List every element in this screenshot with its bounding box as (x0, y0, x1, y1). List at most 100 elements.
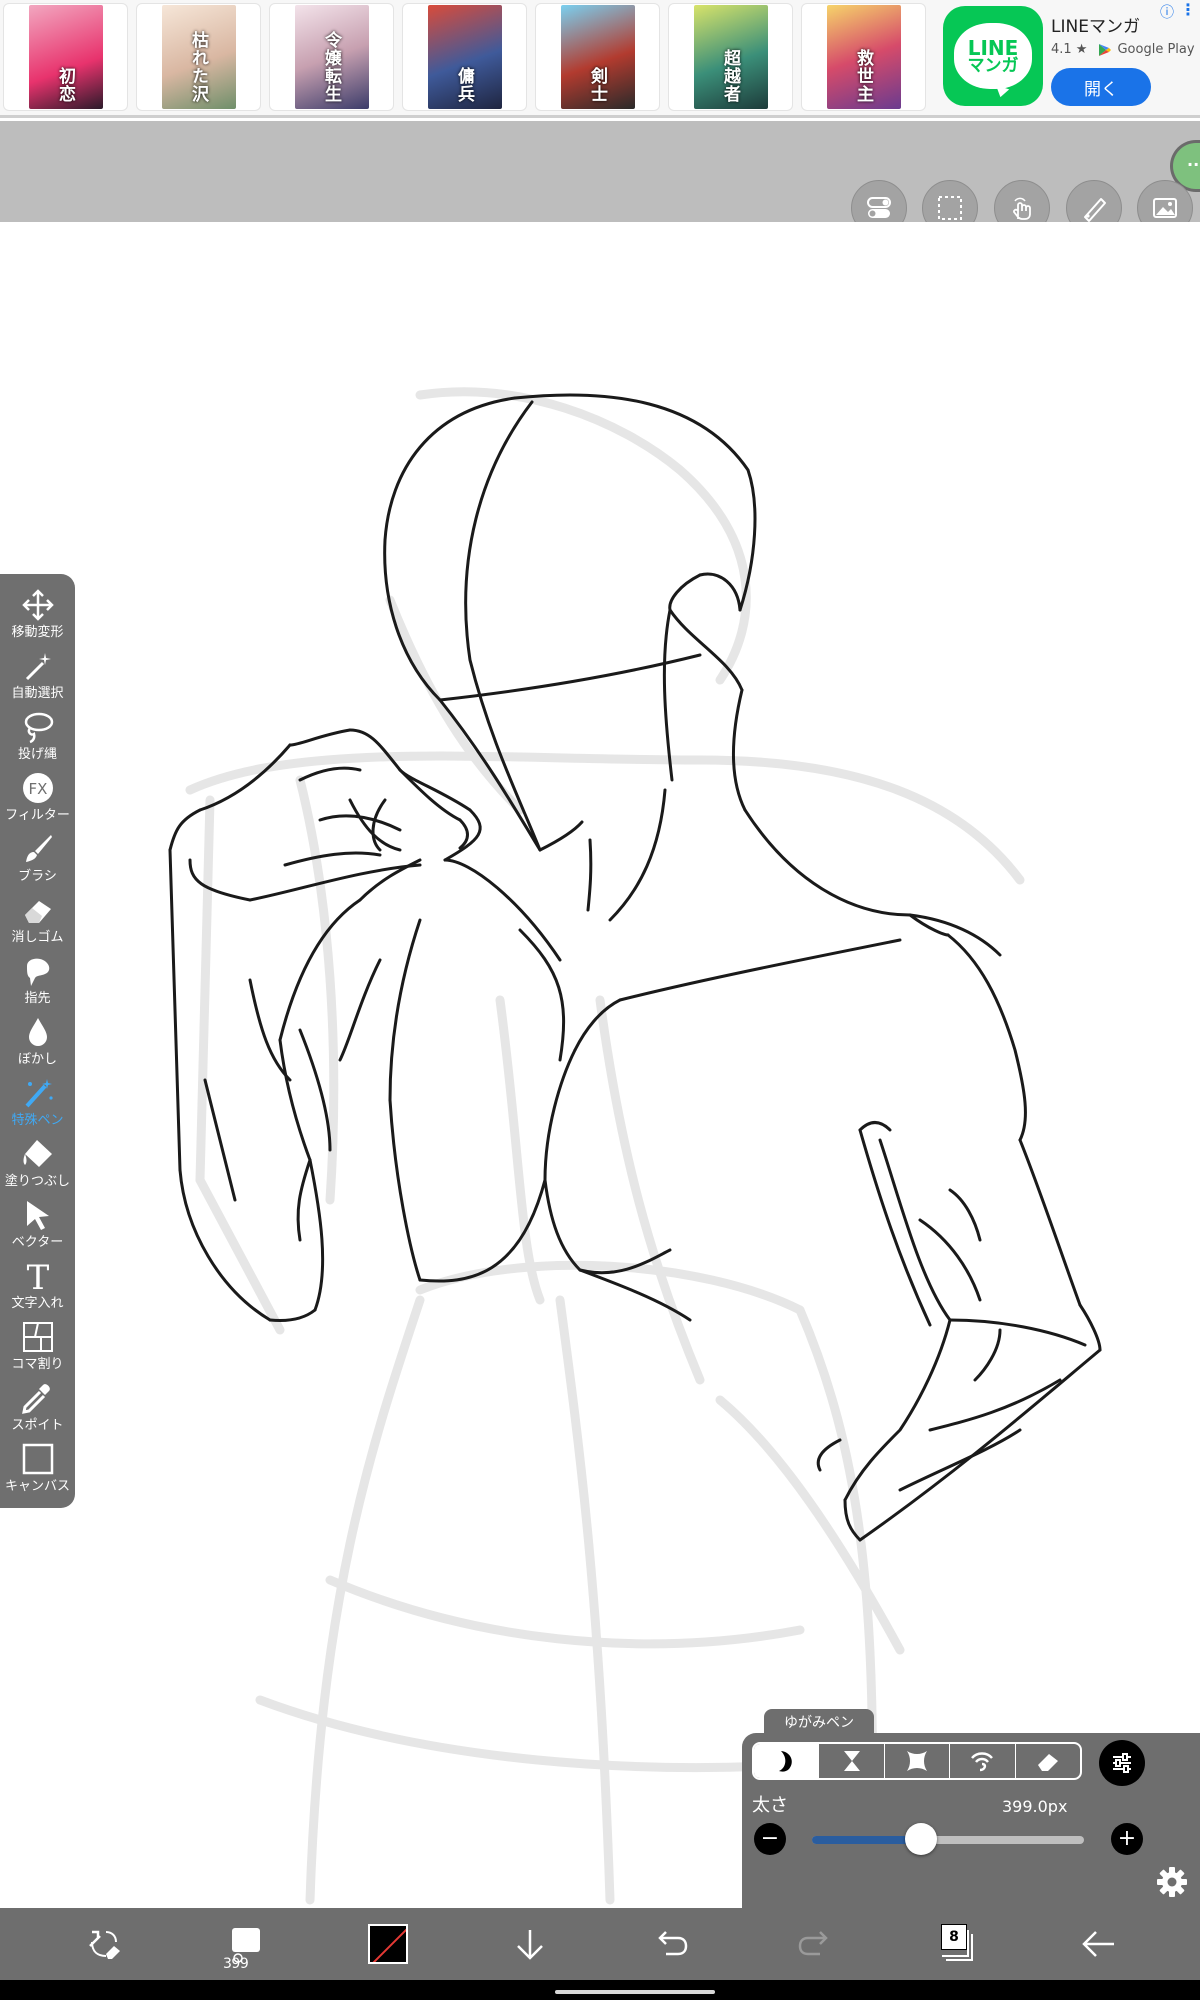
manga-cover: 令嬢転生 (294, 5, 369, 109)
hand-touch-icon (1013, 197, 1031, 220)
layers-button[interactable]: 8 (930, 1918, 982, 1970)
manga-cover: 超越者 (693, 5, 768, 109)
image-icon (1153, 198, 1177, 218)
undo-icon (658, 1931, 688, 1956)
mode-crescent[interactable] (754, 1744, 820, 1778)
pen-mode-segmented (752, 1742, 1082, 1780)
tool-special-pen[interactable]: 特殊ペン (0, 1072, 75, 1133)
ad-rating: 4.1 ★ (1051, 42, 1088, 57)
crescent-icon (779, 1751, 793, 1772)
sketch-artwork (168, 387, 1102, 1905)
tool-finger[interactable]: 指先 (0, 950, 75, 1011)
blur-icon (28, 1018, 47, 1046)
panel-icon (22, 1322, 53, 1352)
ad-manga-thumbnail[interactable]: 剣士 (535, 3, 660, 111)
mode-hourglass[interactable] (819, 1744, 885, 1778)
color-slash-icon (372, 1928, 406, 1962)
ruler-icon (1084, 198, 1106, 222)
selection-rect-icon (938, 196, 962, 220)
tool-blur[interactable]: ぼかし (0, 1011, 75, 1072)
tool-label: 消しゴム (11, 930, 64, 945)
fx-icon: FX (22, 773, 53, 803)
manga-cover: 傭兵 (427, 5, 502, 109)
mode-eraser[interactable] (1016, 1744, 1080, 1778)
lasso-icon (24, 712, 53, 744)
arrow-left-icon (1082, 1931, 1114, 1957)
fill-icon (23, 1140, 52, 1167)
ad-manga-thumbnail[interactable]: 超越者 (668, 3, 793, 111)
tool-label: ブラシ (18, 869, 57, 884)
fx-text: FX (28, 780, 47, 798)
tool-text[interactable]: T 文字入れ (0, 1255, 75, 1316)
eraser-icon (1037, 1754, 1058, 1771)
tool-label: 特殊ペン (11, 1113, 64, 1128)
drawing-canvas[interactable] (0, 222, 1200, 1908)
finger-icon (26, 958, 49, 986)
tool-label: 自動選択 (11, 686, 64, 701)
swap-tool-button[interactable] (78, 1918, 130, 1970)
thickness-decrease-button[interactable]: − (754, 1823, 786, 1855)
tool-canvas[interactable]: キャンバス (0, 1438, 75, 1499)
ad-store-name: Google Play (1117, 42, 1195, 57)
redo-icon (798, 1931, 828, 1956)
tool-brush[interactable]: ブラシ (0, 828, 75, 889)
ad-manga-thumbnail[interactable]: 救世主 (801, 3, 926, 111)
redo-button[interactable] (788, 1918, 840, 1970)
back-button[interactable] (1072, 1918, 1124, 1970)
logo-text-line: LINE (967, 35, 1019, 60)
hourglass-icon (843, 1751, 860, 1771)
ad-manga-thumbnail[interactable]: 枯れた沢 (136, 3, 261, 111)
ad-more-icon[interactable]: ⋮ (1180, 0, 1196, 19)
thickness-slider[interactable] (812, 1836, 1084, 1844)
brush-adjust-button[interactable] (1099, 1740, 1145, 1786)
ad-info-icon[interactable]: ⓘ (1160, 2, 1174, 22)
pinch-icon (907, 1751, 928, 1771)
tool-move-transform[interactable]: 移動変形 (0, 584, 75, 645)
tool-filter[interactable]: FX フィルター (0, 767, 75, 828)
move-icon (21, 589, 54, 621)
layer-count: 8 (941, 1924, 967, 1950)
pen-name-tab[interactable]: ゆがみペン (764, 1709, 874, 1735)
save-down-button[interactable] (504, 1918, 556, 1970)
tool-vector[interactable]: ベクター (0, 1194, 75, 1255)
brush-settings-panel: 太さ 399.0px − + (742, 1733, 1200, 1908)
tool-label: キャンバス (4, 1479, 70, 1494)
tool-label: 塗りつぶし (4, 1174, 71, 1189)
thickness-value: 399.0px (1002, 1797, 1068, 1816)
tool-label: 投げ縄 (17, 747, 57, 762)
undo-button[interactable] (646, 1918, 698, 1970)
tool-auto-select[interactable]: 自動選択 (0, 645, 75, 706)
tool-label: フィルター (5, 808, 70, 823)
logo-text-manga: マンガ (967, 55, 1019, 76)
color-button[interactable] (362, 1918, 414, 1970)
arrow-down-icon (517, 1930, 543, 1960)
tool-eraser[interactable]: 消しゴム (0, 889, 75, 950)
brush-size-button[interactable]: 399 (220, 1918, 272, 1972)
ad-banner[interactable]: 初恋 枯れた沢 令嬢転生 傭兵 剣士 超越者 救世主 LINE マンガ LINE… (0, 0, 1200, 118)
line-manga-logo[interactable]: LINE マンガ (943, 6, 1043, 106)
brush-eraser-swap-icon (89, 1930, 120, 1959)
mode-swirl[interactable] (950, 1744, 1016, 1778)
gear-icon[interactable] (1155, 1865, 1189, 1899)
thickness-slider-thumb[interactable] (904, 1823, 937, 1855)
home-indicator[interactable] (555, 1990, 715, 1994)
special-pen-icon (25, 1079, 53, 1108)
tool-label: 指先 (24, 991, 51, 1006)
tool-frame-divider[interactable]: コマ割り (0, 1316, 75, 1377)
side-tab-dots: ·· (1187, 155, 1200, 174)
thickness-increase-button[interactable]: + (1111, 1823, 1143, 1855)
manga-cover-title: 剣士 (587, 67, 607, 103)
ad-manga-thumbnail[interactable]: 初恋 (3, 3, 128, 111)
ad-manga-thumbnail[interactable]: 傭兵 (402, 3, 527, 111)
tool-eyedropper[interactable]: スポイト (0, 1377, 75, 1438)
brush-icon (25, 835, 52, 862)
ad-manga-thumbnail[interactable]: 令嬢転生 (269, 3, 394, 111)
tool-lasso[interactable]: 投げ縄 (0, 706, 75, 767)
tool-label: ベクター (11, 1235, 64, 1250)
tool-fill[interactable]: 塗りつぶし (0, 1133, 75, 1194)
swirl-icon (971, 1752, 994, 1772)
ad-open-button[interactable]: 開く (1051, 68, 1151, 106)
ad-app-name[interactable]: LINEマンガ (1051, 12, 1140, 37)
mode-pinch[interactable] (885, 1744, 951, 1778)
thickness-label: 太さ (752, 1795, 788, 1816)
